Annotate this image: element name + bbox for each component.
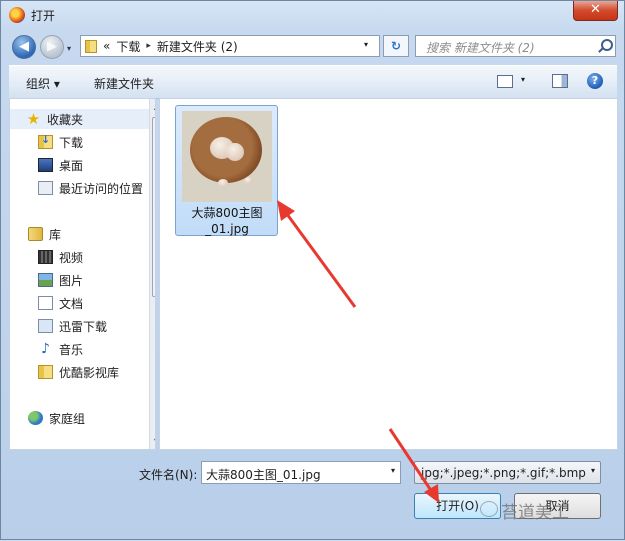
sidebar-item-documents[interactable]: 文档 [38,293,83,313]
folder-icon [85,39,97,53]
chevron-down-icon[interactable]: ▾ [391,466,395,475]
library-icon [28,227,43,241]
file-type-filter[interactable]: jpg;*.jpeg;*.png;*.gif;*.bmp ▾ [414,461,601,484]
scroll-up-icon[interactable]: ▲ [154,102,155,111]
star-icon: ★ [26,110,41,128]
back-button[interactable]: ◀ [12,35,36,59]
search-icon[interactable] [601,39,613,51]
firefox-icon [9,7,25,23]
breadcrumb-item-downloads[interactable]: 下载 [116,38,140,55]
view-dropdown-icon[interactable]: ▾ [521,75,525,84]
sidebar-item-videos[interactable]: 视频 [38,247,83,267]
sidebar-item-label: 优酷影视库 [59,365,120,380]
navigation-pane[interactable]: ★收藏夹 下载 桌面 最近访问的位置 库 视频 图片 文档 迅雷下载 ♪音乐 优 [9,98,156,450]
window-title: 打开 [31,9,56,23]
sidebar-item-xunlei-downloads[interactable]: 迅雷下载 [38,316,107,336]
scroll-down-icon[interactable]: ▼ [154,437,155,446]
filename-label: 文件名(N): [139,468,198,482]
desktop-icon [38,158,53,172]
refresh-button[interactable]: ↻ [383,35,409,57]
file-list[interactable]: 大蒜800主图_01.jpg [159,98,618,450]
documents-icon [38,296,53,310]
sidebar-item-label: 下载 [59,135,84,150]
address-dropdown-icon[interactable]: ▾ [364,40,368,49]
sidebar-item-label: 文档 [59,296,84,311]
download-folder-icon [38,133,53,149]
recent-pages-dropdown[interactable]: ▾ [67,44,71,53]
command-bar: 组织 ▾ 新建文件夹 ▾ ? [9,65,617,99]
sidebar-item-label: 音乐 [59,342,84,357]
breadcrumb-item-new-folder[interactable]: 新建文件夹 (2) [157,38,238,55]
organize-menu[interactable]: 组织 ▾ [26,75,60,92]
scrollbar-grip-icon: ≡ [154,198,155,208]
file-name: 大蒜800主图_01.jpg [191,206,263,236]
watermark: 苔道美工 [501,503,569,523]
sidebar-item-label: 库 [49,227,62,242]
new-folder-button[interactable]: 新建文件夹 [94,75,154,92]
sidebar-item-label: 桌面 [59,158,84,173]
sidebar-item-pictures[interactable]: 图片 [38,270,83,290]
wechat-logo-icon [480,501,498,517]
garlic-clove-image [244,177,253,184]
video-icon [38,250,53,264]
xunlei-folder-icon [38,319,53,333]
garlic-bulb-image [226,143,244,161]
sidebar-item-label: 视频 [59,250,84,265]
sidebar-item-homegroup[interactable]: 家庭组 [28,408,85,428]
sidebar-item-label: 迅雷下载 [59,319,108,334]
search-input[interactable]: 搜索 新建文件夹 (2) [415,35,616,57]
file-thumbnail [182,111,272,202]
recent-places-icon [38,181,53,195]
view-options-icon[interactable] [497,75,513,88]
address-bar[interactable]: « 下载 ▸ 新建文件夹 (2) ▾ [80,35,380,57]
sidebar-item-desktop[interactable]: 桌面 [38,155,83,175]
homegroup-icon [28,411,43,425]
sidebar-item-favorites[interactable]: ★ 收藏夹 [10,109,149,129]
sidebar-item-label: 最近访问的位置 [59,181,144,196]
sidebar-item-label: 图片 [59,273,84,288]
help-icon[interactable]: ? [587,73,603,89]
close-button[interactable]: ✕ [573,1,618,21]
sidebar-item-downloads[interactable]: 下载 [38,132,83,152]
sidebar-item-music[interactable]: ♪ 音乐 [38,339,83,359]
breadcrumb-overflow[interactable]: « [103,39,110,53]
preview-pane-icon[interactable] [552,74,568,88]
pictures-icon [38,273,53,287]
filter-value: jpg;*.jpeg;*.png;*.gif;*.bmp [421,466,586,480]
sidebar-scrollbar[interactable]: ▲ ≡ ▼ [149,99,155,449]
sidebar-item-libraries[interactable]: 库 [28,224,61,244]
garlic-clove-image [218,179,228,187]
music-icon: ♪ [41,341,50,357]
forward-button[interactable]: ▶ [40,35,64,59]
youku-folder-icon [38,365,53,379]
chevron-down-icon[interactable]: ▾ [591,466,595,475]
file-item[interactable]: 大蒜800主图_01.jpg [175,105,278,236]
sidebar-item-youku-library[interactable]: 优酷影视库 [38,362,119,382]
title-bar[interactable]: 打开 ✕ [1,1,624,29]
scrollbar-thumb[interactable]: ≡ [152,117,155,297]
breadcrumb-separator-icon[interactable]: ▸ [146,41,151,51]
sidebar-item-recent-places[interactable]: 最近访问的位置 [38,178,143,198]
sidebar-item-label: 收藏夹 [47,112,84,127]
sidebar-item-label: 家庭组 [49,411,86,426]
filename-field[interactable]: 大蒜800主图_01.jpg ▾ [201,461,401,484]
open-file-dialog: 打开 ✕ ◀ ▶ ▾ « 下载 ▸ 新建文件夹 (2) ▾ ↻ 搜索 新建文件夹… [0,0,625,540]
filename-value: 大蒜800主图_01.jpg [206,468,321,482]
